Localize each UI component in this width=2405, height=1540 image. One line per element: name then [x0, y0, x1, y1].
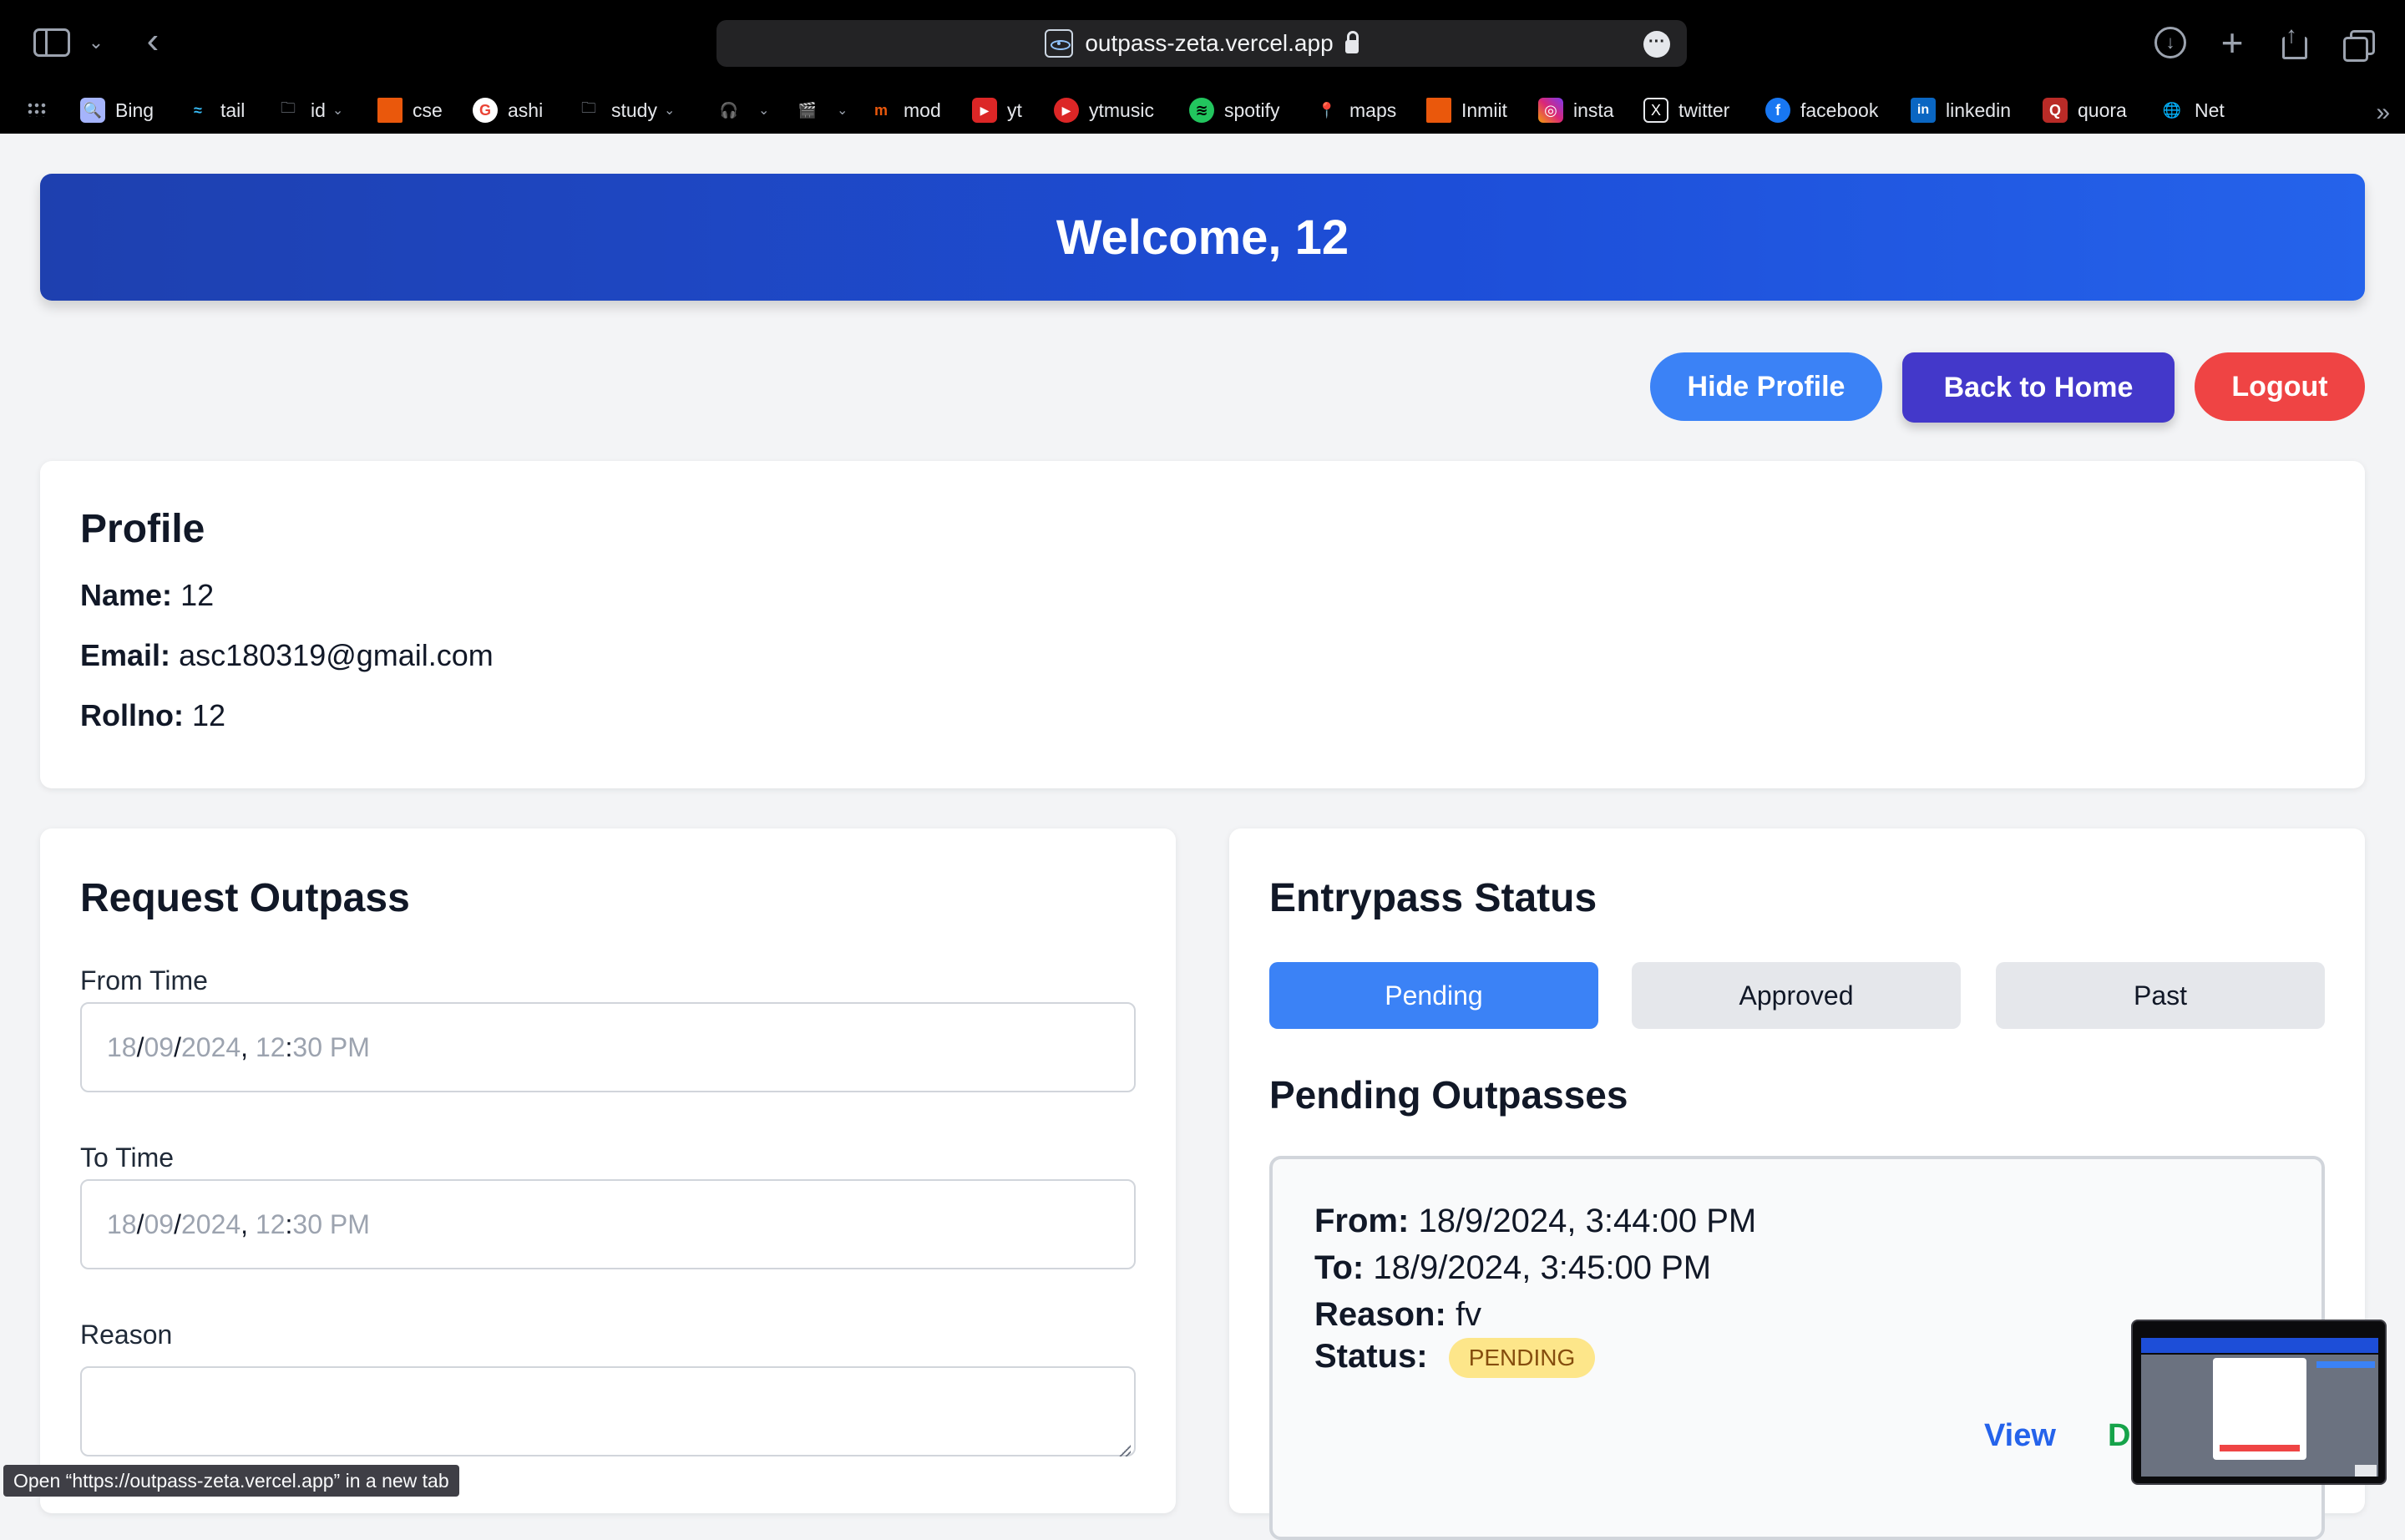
bookmark-folder-media[interactable]: 🎬 ⌄: [795, 97, 848, 124]
profile-title: Profile: [80, 507, 205, 551]
page-content: Welcome, 12 Hide Profile Back to Home Lo…: [0, 134, 2405, 1540]
linkedin-icon: in: [1911, 98, 1936, 123]
tab-pending[interactable]: Pending: [1269, 962, 1598, 1029]
view-link[interactable]: View: [1984, 1418, 2056, 1454]
lock-icon: [1344, 31, 1359, 53]
request-outpass-card: Request Outpass From Time 18/09/2024, 12…: [40, 828, 1176, 1513]
google-icon: G: [473, 98, 498, 123]
bookmark-folder-music[interactable]: 🎧 ⌄: [716, 97, 770, 124]
share-icon[interactable]: [2278, 22, 2310, 59]
screenshot-thumbnail-preview[interactable]: [2131, 1320, 2387, 1485]
bookmarks-overflow-icon[interactable]: »: [2376, 99, 2390, 127]
bookmark-cse[interactable]: cse: [377, 97, 443, 124]
welcome-banner: Welcome, 12: [40, 174, 2365, 301]
back-to-home-button[interactable]: Back to Home: [1902, 352, 2175, 423]
resize-handle-icon[interactable]: [1119, 1445, 1131, 1456]
grid-logo-icon: [1426, 98, 1451, 123]
link-status-tooltip: Open “https://outpass-zeta.vercel.app” i…: [3, 1465, 459, 1497]
hide-profile-button[interactable]: Hide Profile: [1650, 352, 1882, 421]
bookmark-twitter[interactable]: X twitter: [1643, 97, 1729, 124]
tailwind-icon: ≈: [194, 101, 202, 119]
bookmark-yt[interactable]: ▶ yt: [972, 97, 1022, 124]
bookmark-ytmusic[interactable]: ▶ ytmusic: [1054, 97, 1154, 124]
status-badge: PENDING: [1448, 1338, 1596, 1379]
profile-rollno: Rollno: 12: [80, 698, 225, 733]
chevron-down-icon: ⌄: [332, 104, 344, 118]
name-value: 12: [180, 578, 215, 612]
grid-logo-icon: [377, 98, 403, 123]
apps-grid-icon[interactable]: [27, 102, 47, 117]
sidebar-toggle-icon[interactable]: [33, 28, 70, 57]
email-label: Email:: [80, 638, 171, 672]
email-value: asc180319@gmail.com: [179, 638, 494, 672]
quora-icon: Q: [2043, 98, 2068, 123]
new-tab-icon[interactable]: +: [2216, 21, 2248, 64]
bookmark-folder-id[interactable]: 🗀 id ⌄: [276, 97, 343, 124]
back-arrow-icon[interactable]: ‹: [140, 20, 165, 61]
tab-approved[interactable]: Approved: [1632, 962, 1961, 1029]
browser-chrome: ⌄ ‹ outpass-zeta.vercel.app ··· ↓ + 🔍 Bi…: [0, 0, 2405, 134]
clapperboard-icon: 🎬: [797, 101, 818, 119]
bookmark-maps[interactable]: 📍 maps: [1314, 97, 1396, 124]
url-text: outpass-zeta.vercel.app: [1085, 30, 1334, 56]
rollno-label: Rollno:: [80, 698, 184, 732]
pending-outpasses-title: Pending Outpasses: [1269, 1073, 1628, 1117]
logout-button[interactable]: Logout: [2195, 352, 2365, 421]
bookmark-facebook[interactable]: f facebook: [1765, 97, 1878, 124]
x-logo-icon: X: [1643, 98, 1668, 123]
spotify-icon: ≋: [1189, 98, 1214, 123]
outpass-status: Status: PENDING: [1314, 1338, 1596, 1379]
bookmarks-bar: 🔍 Bing ≈ tail 🗀 id ⌄ cse G ashi 🗀 study …: [0, 90, 2405, 129]
folder-icon: 🗀: [281, 99, 296, 116]
reason-textarea[interactable]: [80, 1366, 1136, 1456]
youtube-icon: ▶: [972, 98, 997, 123]
bookmark-mod[interactable]: m mod: [868, 97, 941, 124]
chevron-down-icon[interactable]: ⌄: [87, 28, 105, 57]
bookmark-spotify[interactable]: ≋ spotify: [1189, 97, 1279, 124]
to-time-label: To Time: [80, 1142, 175, 1173]
globe-icon: 🌐: [2162, 101, 2182, 119]
bookmark-insta[interactable]: ◎ insta: [1538, 97, 1614, 124]
site-favicon-icon: [1045, 29, 1074, 58]
address-bar[interactable]: outpass-zeta.vercel.app ···: [716, 20, 1687, 67]
profile-card: Profile Name: 12 Email: asc180319@gmail.…: [40, 461, 2365, 788]
folder-icon: 🗀: [581, 99, 596, 116]
tab-overview-icon[interactable]: [2342, 27, 2375, 62]
map-pin-icon: 📍: [1317, 101, 1337, 119]
bookmark-bing[interactable]: 🔍 Bing: [80, 97, 154, 124]
from-time-label: From Time: [80, 965, 208, 995]
bookmark-folder-study[interactable]: 🗀 study ⌄: [576, 97, 675, 124]
reason-label: Reason: [80, 1320, 173, 1350]
bookmark-tail[interactable]: ≈ tail: [185, 97, 245, 124]
facebook-icon: f: [1765, 98, 1790, 123]
request-outpass-title: Request Outpass: [80, 876, 410, 920]
bookmark-ashi[interactable]: G ashi: [473, 97, 543, 124]
youtube-music-icon: ▶: [1054, 98, 1079, 123]
download-icon[interactable]: ↓: [2154, 27, 2186, 58]
page-title: Welcome, 12: [1056, 210, 1349, 265]
bookmark-quora[interactable]: Q quora: [2043, 97, 2127, 124]
outpass-reason: Reason: fv: [1314, 1296, 1482, 1333]
name-label: Name:: [80, 578, 173, 612]
headphones-icon: 🎧: [719, 101, 739, 119]
mod-logo-icon: m: [873, 101, 888, 119]
bookmark-inmiit[interactable]: Inmiit: [1426, 97, 1507, 124]
to-time-input[interactable]: 18/09/2024, 12:30 PM: [80, 1179, 1136, 1269]
instagram-icon: ◎: [1538, 98, 1563, 123]
rollno-value: 12: [191, 698, 226, 732]
bookmark-linkedin[interactable]: in linkedin: [1911, 97, 2011, 124]
outpass-to: To: 18/9/2024, 3:45:00 PM: [1314, 1249, 1712, 1286]
tab-past[interactable]: Past: [1996, 962, 2325, 1029]
chevron-down-icon: ⌄: [837, 104, 848, 118]
bookmark-net[interactable]: 🌐 Net: [2159, 97, 2225, 124]
search-icon: 🔍: [80, 98, 105, 123]
profile-name: Name: 12: [80, 578, 214, 613]
entrypass-status-title: Entrypass Status: [1269, 876, 1597, 920]
chevron-down-icon: ⌄: [663, 104, 676, 118]
from-time-input[interactable]: 18/09/2024, 12:30 PM: [80, 1002, 1136, 1092]
more-options-icon[interactable]: ···: [1643, 31, 1670, 58]
profile-email: Email: asc180319@gmail.com: [80, 638, 494, 673]
outpass-from: From: 18/9/2024, 3:44:00 PM: [1314, 1203, 1757, 1239]
chevron-down-icon: ⌄: [758, 104, 770, 118]
